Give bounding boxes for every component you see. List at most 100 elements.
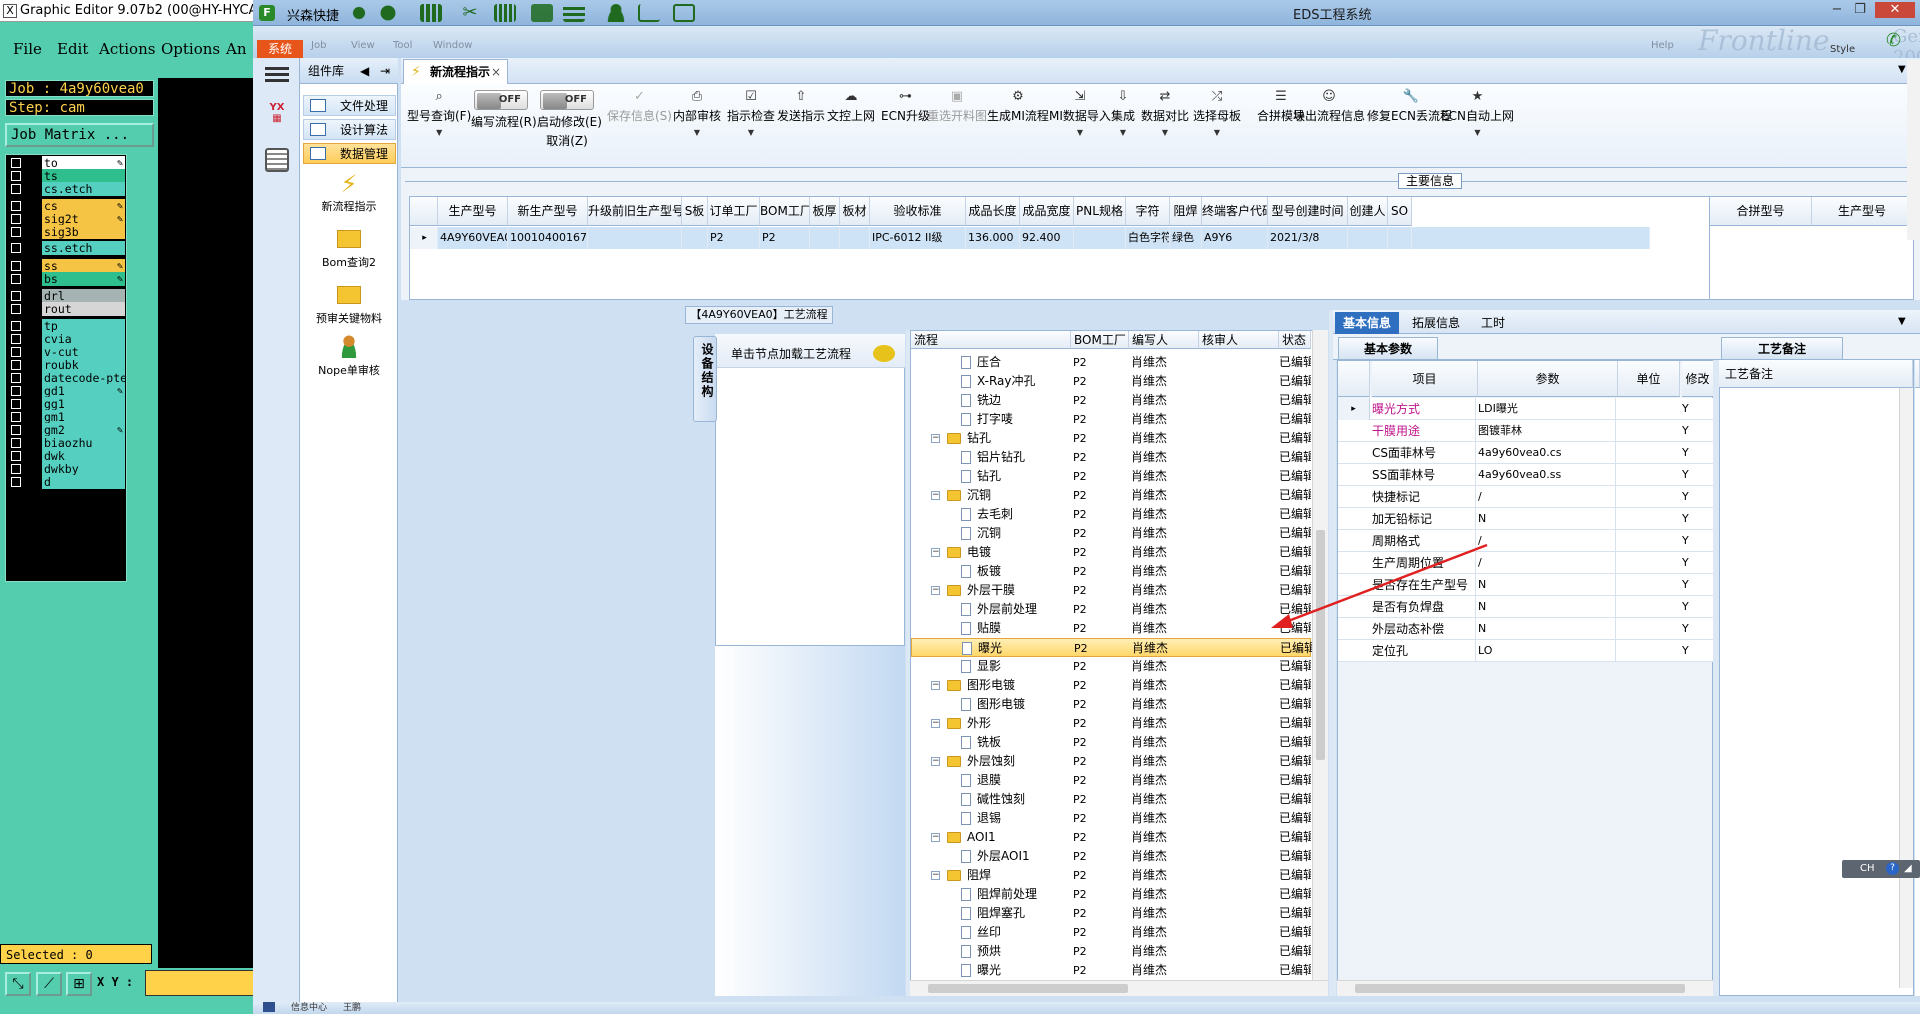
grid-header[interactable]: 成品长度	[966, 197, 1020, 226]
tree-header[interactable]: 编写人	[1129, 331, 1199, 349]
param-row[interactable]: 干膜用途 图镀菲林 Y	[1338, 420, 1714, 442]
pin-icon[interactable]: ⇥	[380, 58, 390, 84]
ime-language[interactable]: CH	[1860, 863, 1875, 874]
tree-row[interactable]: − 钻孔 P2 肖维杰 已编辑	[911, 429, 1311, 448]
tree-row[interactable]: 丝印 P2 肖维杰 已编辑	[911, 923, 1311, 942]
tree-header[interactable]: 状态	[1279, 331, 1311, 349]
tree-row[interactable]: −电镀P2肖维杰已编辑	[911, 543, 1311, 562]
info-tab-dropdown-icon[interactable]: ▼	[1898, 316, 1906, 327]
param-header[interactable]: 项目	[1372, 361, 1478, 397]
collapse-toggle-icon[interactable]: −	[931, 491, 940, 500]
ime-toolbar[interactable]: CH ? ◢	[1842, 860, 1920, 878]
tab-craft-notes[interactable]: 工艺备注	[1721, 337, 1843, 359]
tree-row[interactable]: 阻焊塞孔 P2 肖维杰 已编辑	[911, 904, 1311, 923]
grid-header[interactable]: 生产型号	[438, 197, 508, 226]
collapse-left-icon[interactable]: ◀	[360, 58, 369, 84]
tree-header[interactable]: 流程	[911, 331, 1071, 349]
layer-row[interactable]: v-cut	[8, 345, 126, 359]
param-value[interactable]: LDI曝光	[1478, 398, 1616, 420]
layer-row[interactable]: gm2 ✎	[8, 423, 126, 437]
layer-checkbox[interactable]	[11, 158, 21, 168]
ribbon-button-5[interactable]: ☑ 指示检查 ▼	[727, 90, 775, 138]
grid-header[interactable]: 板材	[840, 197, 870, 226]
param-row[interactable]: 定位孔 LO Y	[1338, 640, 1714, 662]
collapse-toggle-icon[interactable]: −	[931, 586, 940, 595]
tree-row[interactable]: 退锡 P2 肖维杰 已编辑	[911, 809, 1311, 828]
tree-row[interactable]: − 外形 P2 肖维杰 已编辑	[911, 714, 1311, 733]
quick-window-icon[interactable]	[673, 4, 695, 22]
grid-cell[interactable]: P2	[760, 227, 810, 249]
tree-row[interactable]: − AOI1 P2 肖维杰 已编辑	[911, 828, 1311, 847]
system-tab[interactable]: 系统	[257, 40, 303, 58]
tab-dropdown-icon[interactable]: ▼	[1898, 64, 1906, 75]
param-value[interactable]: N	[1478, 574, 1616, 596]
tab-new-flow-instruction[interactable]: ⚡ 新流程指示 ×	[403, 59, 508, 84]
grid-cell[interactable]	[810, 227, 840, 249]
layer-row[interactable]: roubk	[8, 358, 126, 372]
param-hscroll-thumb[interactable]	[1355, 984, 1685, 993]
layer-name[interactable]: cs.etch	[42, 182, 125, 196]
ribbon-button-18[interactable]: ★ ECN自动上网 ▼	[1441, 90, 1514, 138]
layer-row[interactable]: dwk	[8, 449, 126, 463]
menu-analysis[interactable]: An	[226, 40, 247, 58]
ribbon-button-4[interactable]: ⎙ 内部审核 ▼	[673, 90, 721, 138]
toggle-switch[interactable]: OFF	[540, 90, 594, 110]
tree-row[interactable]: 钻孔 P2 肖维杰 已编辑	[911, 467, 1311, 486]
grid-header[interactable]: 字符	[1126, 197, 1170, 226]
param-value[interactable]: LO	[1478, 640, 1616, 662]
layer-row[interactable]: ss.etch	[8, 241, 126, 255]
grid-tool-icon[interactable]: ⊞	[66, 972, 92, 996]
tab-basic-params[interactable]: 基本参数	[1338, 337, 1438, 359]
param-header[interactable]: 修改	[1682, 361, 1714, 397]
job-matrix-button[interactable]: Job Matrix ...	[5, 123, 154, 147]
layer-checkbox[interactable]	[11, 386, 21, 396]
grid-header-merge-model[interactable]: 合拼型号	[1710, 197, 1812, 226]
layer-row[interactable]: gg1	[8, 397, 126, 411]
splitter[interactable]	[1329, 310, 1336, 996]
layer-name[interactable]: ts	[42, 169, 125, 183]
layer-row[interactable]: cs.etch	[8, 182, 126, 196]
layer-name[interactable]: sig3b	[42, 225, 125, 239]
ime-settings-icon[interactable]: ◢	[1904, 860, 1912, 878]
grid-header[interactable]: 终端客户代码	[1202, 197, 1268, 226]
layer-row[interactable]: cvia	[8, 332, 126, 346]
layer-name[interactable]: gg1	[42, 397, 125, 411]
layer-row[interactable]: drl	[8, 289, 126, 303]
grid-cell[interactable]: A9Y6	[1202, 227, 1268, 249]
layer-checkbox[interactable]	[11, 425, 21, 435]
tree-row[interactable]: − 阻焊 P2 肖维杰 已编辑	[911, 866, 1311, 885]
toggle-switch[interactable]: OFF	[474, 90, 528, 110]
menu-edit[interactable]: Edit	[57, 40, 88, 58]
layer-name[interactable]: tp	[42, 319, 125, 333]
close-button[interactable]: ✕	[1875, 2, 1915, 18]
quick-cut-icon[interactable]: ✂	[459, 4, 481, 22]
layer-checkbox[interactable]	[11, 451, 21, 461]
prereview-material-shortcut[interactable]: 预审关键物料	[300, 286, 398, 326]
chevron-down-icon[interactable]: ▼	[1441, 128, 1514, 137]
layer-name[interactable]: d	[42, 475, 125, 489]
chevron-down-icon[interactable]: ▼	[1049, 128, 1111, 137]
layer-row[interactable]: dwkby	[8, 462, 126, 476]
chevron-down-icon[interactable]: ▼	[407, 128, 471, 137]
layer-name[interactable]: dwk	[42, 449, 125, 463]
grid-header[interactable]: 型号创建时间	[1268, 197, 1348, 226]
chevron-down-icon[interactable]: ▼	[1193, 128, 1241, 137]
layer-name[interactable]: ss ✎	[42, 259, 125, 273]
layer-checkbox[interactable]	[11, 334, 21, 344]
param-row[interactable]: SS面菲林号 4a9y60vea0.ss Y	[1338, 464, 1714, 486]
layer-checkbox[interactable]	[11, 171, 21, 181]
tree-row[interactable]: 板镀P2肖维杰已编辑	[911, 562, 1311, 581]
collapse-toggle-icon[interactable]: −	[931, 681, 940, 690]
bom-query-shortcut[interactable]: Bom查询2	[300, 230, 398, 270]
library-item-file-processing[interactable]: 文件处理	[303, 95, 396, 116]
layer-checkbox[interactable]	[11, 304, 21, 314]
grid-header[interactable]: S板	[682, 197, 708, 226]
grid-cell[interactable]	[840, 227, 870, 249]
layer-checkbox[interactable]	[11, 291, 21, 301]
tree-row[interactable]: 图形电镀 P2 肖维杰 已编辑	[911, 695, 1311, 714]
quick-grid-icon[interactable]	[420, 4, 442, 22]
param-value[interactable]: 图镀菲林	[1478, 420, 1616, 442]
layer-checkbox[interactable]	[11, 373, 21, 383]
new-flow-instruction-shortcut[interactable]: ⚡ 新流程指示	[300, 170, 398, 214]
collapse-toggle-icon[interactable]: −	[931, 757, 940, 766]
